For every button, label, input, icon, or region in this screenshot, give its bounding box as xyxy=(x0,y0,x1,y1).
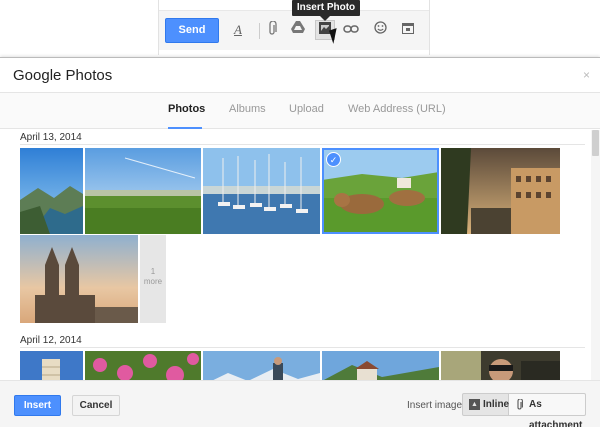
inline-label: Inline xyxy=(483,399,510,410)
insert-images-label: Insert images xyxy=(407,400,468,411)
send-button[interactable]: Send xyxy=(165,18,219,43)
attachment-toggle[interactable]: As attachment xyxy=(509,393,586,427)
photo-thumbnail[interactable] xyxy=(203,351,320,380)
compose-toolbar: Send A xyxy=(159,10,429,50)
tab-albums[interactable]: Albums xyxy=(229,103,266,129)
photo-thumbnail[interactable] xyxy=(20,148,83,234)
photo-grid: April 13, 2014 ✓ 1 more April 12, 2014 xyxy=(0,130,600,380)
close-icon[interactable]: × xyxy=(583,68,590,82)
as-attachment-label: As attachment xyxy=(529,399,583,427)
more-photos-tile[interactable]: 1 more xyxy=(140,235,166,323)
tooltip-arrow xyxy=(320,16,330,21)
date-heading: April 12, 2014 xyxy=(20,335,82,346)
cancel-button[interactable]: Cancel xyxy=(72,395,120,416)
photo-thumbnail[interactable] xyxy=(85,148,201,234)
drive-icon[interactable] xyxy=(289,21,307,39)
insert-button[interactable]: Insert xyxy=(14,395,61,416)
link-icon[interactable] xyxy=(342,21,360,39)
dialog-title: Google Photos xyxy=(13,67,113,84)
date-heading: April 13, 2014 xyxy=(20,132,82,143)
photo-thumbnail-selected[interactable]: ✓ xyxy=(322,148,439,234)
more-count: 1 xyxy=(150,267,156,276)
text-format-icon[interactable]: A xyxy=(229,21,247,39)
insert-photo-tooltip: Insert Photo xyxy=(292,0,360,16)
photo-thumbnail[interactable] xyxy=(20,351,83,380)
emoji-icon[interactable] xyxy=(371,21,389,39)
photo-thumbnail[interactable] xyxy=(20,235,138,323)
paperclip-icon xyxy=(515,398,526,410)
photo-thumbnail[interactable] xyxy=(441,351,560,380)
date-divider xyxy=(20,347,585,348)
tab-bar: Photos Albums Upload Web Address (URL) xyxy=(0,93,600,129)
photo-thumbnail[interactable] xyxy=(322,351,439,380)
photo-thumbnail[interactable] xyxy=(441,148,560,234)
photo-thumbnail[interactable] xyxy=(85,351,201,380)
image-icon: ▲ xyxy=(469,399,480,410)
google-photos-dialog: Google Photos × Photos Albums Upload Web… xyxy=(0,57,600,427)
dialog-footer: Insert Cancel Insert images ▲ Inline As … xyxy=(0,380,600,427)
scroll-thumb[interactable] xyxy=(592,130,599,156)
compose-area: Send A Insert Photo xyxy=(0,0,600,55)
tab-photos[interactable]: Photos xyxy=(168,103,205,129)
toolbar-separator xyxy=(259,23,260,39)
date-divider xyxy=(20,144,585,145)
calendar-icon[interactable] xyxy=(399,21,417,39)
tab-web-address[interactable]: Web Address (URL) xyxy=(348,103,446,129)
inline-toggle[interactable]: ▲ Inline xyxy=(462,393,509,416)
selected-check-icon: ✓ xyxy=(326,152,341,167)
paperclip-icon[interactable] xyxy=(263,20,281,39)
photo-thumbnail[interactable] xyxy=(203,148,320,234)
more-label: more xyxy=(143,277,163,286)
tab-upload[interactable]: Upload xyxy=(289,103,324,129)
scrollbar[interactable] xyxy=(591,130,600,380)
